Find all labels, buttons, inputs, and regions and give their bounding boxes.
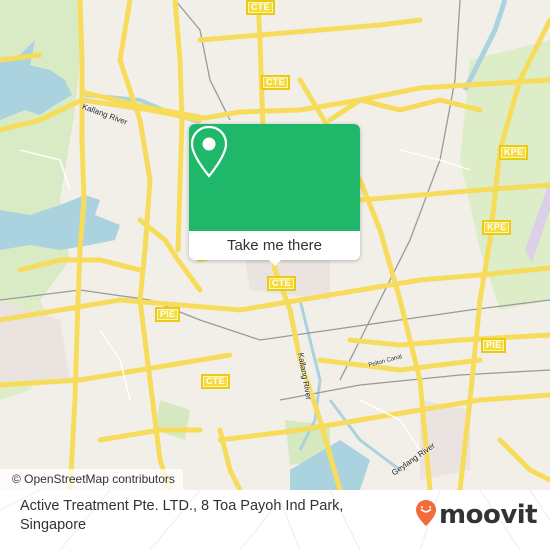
highway-shield-pie: PIE — [481, 338, 507, 353]
map-view[interactable]: CTE CTE CTE CTE PIE PIE KPE KPE Kallang … — [0, 0, 550, 490]
highway-shield-cte: CTE — [261, 75, 290, 90]
location-popup: Take me there — [189, 124, 360, 266]
address-text: Active Treatment Pte. LTD., 8 Toa Payoh … — [20, 498, 344, 533]
brand-name: moovit — [439, 500, 538, 530]
highway-shield-cte: CTE — [246, 0, 275, 15]
highway-shield-cte: CTE — [201, 374, 230, 389]
rail-line — [0, 289, 550, 341]
map-attribution[interactable]: © OpenStreetMap contributors — [0, 469, 183, 490]
popup-pointer — [267, 258, 283, 266]
highway-shield-kpe: KPE — [499, 145, 529, 160]
moovit-pin-icon — [415, 499, 437, 532]
footer: Active Treatment Pte. LTD., 8 Toa Payoh … — [0, 490, 550, 550]
park-area — [155, 400, 190, 440]
highway-shield-kpe: KPE — [482, 220, 512, 235]
moovit-logo[interactable]: moovit — [415, 499, 538, 532]
popup-header — [189, 124, 360, 231]
take-me-there-button[interactable]: Take me there — [189, 231, 360, 260]
highway-shield-pie: PIE — [155, 307, 181, 322]
highway-shield-cte: CTE — [267, 276, 296, 291]
